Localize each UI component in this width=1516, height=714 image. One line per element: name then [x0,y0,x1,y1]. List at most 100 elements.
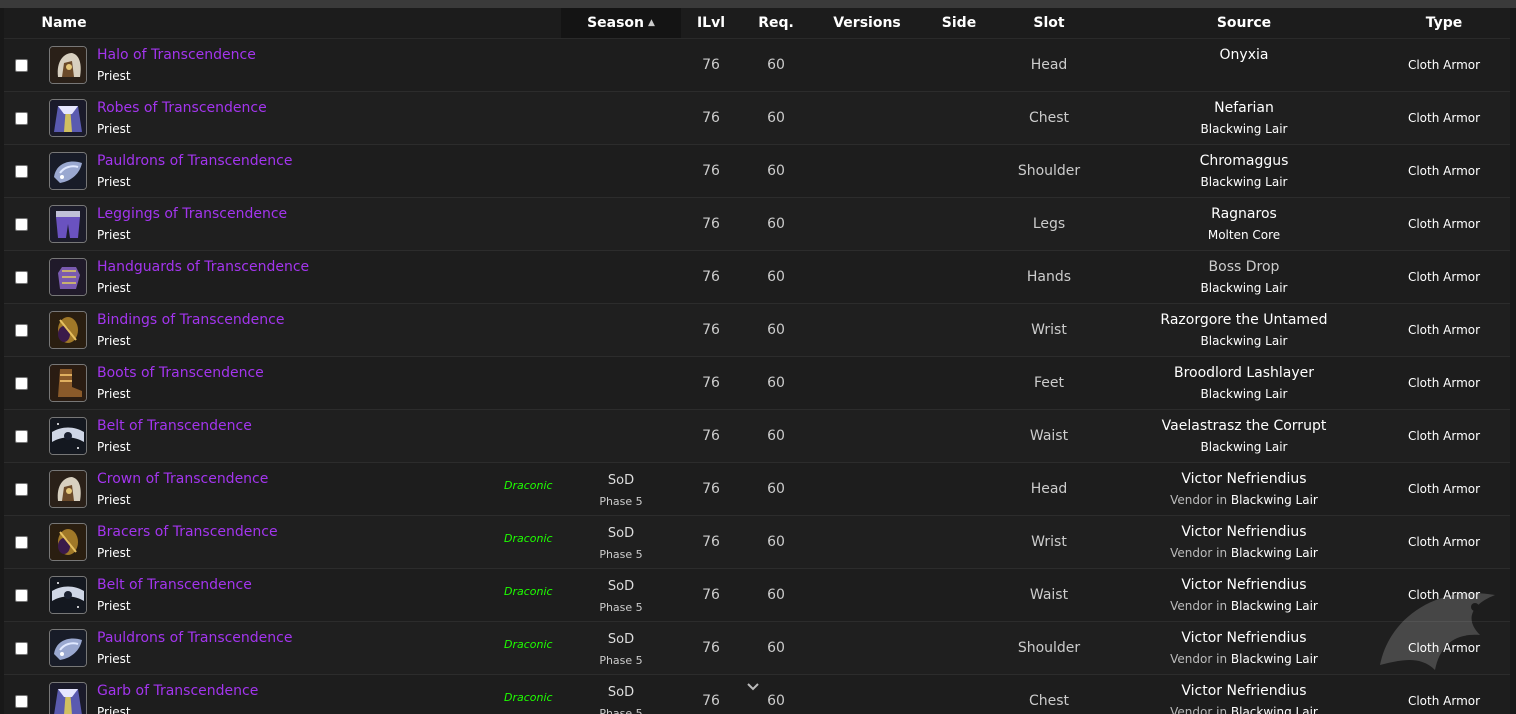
item-name-link[interactable]: Bracers of Transcendence [97,524,278,540]
table-row[interactable]: Pauldrons of Transcendence Priest Dracon… [4,622,1510,675]
col-season-header[interactable]: Season ▲ [561,8,681,38]
row-select-checkbox[interactable] [15,483,28,496]
belt-icon[interactable] [49,576,87,614]
item-source[interactable]: Victor Nefriendius [1144,683,1344,699]
col-req-header[interactable]: Req. [746,8,806,38]
col-versions-header[interactable]: Versions [812,8,922,38]
col-source-header[interactable]: Source [1144,8,1344,38]
item-source[interactable]: Chromaggus [1144,153,1344,169]
item-name-link[interactable]: Halo of Transcendence [97,47,256,63]
row-select-checkbox[interactable] [15,377,28,390]
table-row[interactable]: Bracers of Transcendence Priest Draconic… [4,516,1510,569]
source-zone-link[interactable]: Blackwing Lair [1231,599,1318,613]
shoulder-icon[interactable] [49,152,87,190]
item-source[interactable]: Nefarian [1144,100,1344,116]
item-class-label[interactable]: Priest [97,705,131,714]
source-zone-link[interactable]: Blackwing Lair [1231,546,1318,560]
bracer-icon[interactable] [49,311,87,349]
source-zone-link[interactable]: Blackwing Lair [1201,175,1288,189]
source-zone-link[interactable]: Blackwing Lair [1231,652,1318,666]
item-source[interactable]: Victor Nefriendius [1144,524,1344,540]
table-row[interactable]: Leggings of Transcendence Priest 76 60 L… [4,198,1510,251]
helm-icon[interactable] [49,470,87,508]
col-name-header[interactable]: Name [4,8,124,38]
item-name-link[interactable]: Belt of Transcendence [97,418,252,434]
col-ilvl-header[interactable]: ILvl [681,8,741,38]
item-source[interactable]: Vaelastrasz the Corrupt [1144,418,1344,434]
col-slot-header[interactable]: Slot [989,8,1109,38]
item-name-link[interactable]: Pauldrons of Transcendence [97,630,292,646]
item-name-link[interactable]: Boots of Transcendence [97,365,264,381]
item-source[interactable]: Broodlord Lashlayer [1144,365,1344,381]
item-class-label[interactable]: Priest [97,599,131,613]
source-zone-link[interactable]: Blackwing Lair [1201,281,1288,295]
item-class-label[interactable]: Priest [97,493,131,507]
row-select-checkbox[interactable] [15,324,28,337]
shoulder-icon[interactable] [49,629,87,667]
item-class-label[interactable]: Priest [97,69,131,83]
table-row[interactable]: Belt of Transcendence Priest 76 60 Waist… [4,410,1510,463]
item-class-label[interactable]: Priest [97,546,131,560]
row-select-checkbox[interactable] [15,589,28,602]
table-row[interactable]: Robes of Transcendence Priest 76 60 Ches… [4,92,1510,145]
item-name-link[interactable]: Belt of Transcendence [97,577,252,593]
item-class-label[interactable]: Priest [97,228,131,242]
item-class-label[interactable]: Priest [97,387,131,401]
item-class-label[interactable]: Priest [97,175,131,189]
item-name-link[interactable]: Robes of Transcendence [97,100,267,116]
item-name-link[interactable]: Crown of Transcendence [97,471,268,487]
row-select-checkbox[interactable] [15,695,28,708]
table-row[interactable]: Boots of Transcendence Priest 76 60 Feet… [4,357,1510,410]
source-zone-link[interactable]: Molten Core [1208,228,1280,242]
row-select-checkbox[interactable] [15,165,28,178]
item-name-link[interactable]: Handguards of Transcendence [97,259,309,275]
item-name-link[interactable]: Pauldrons of Transcendence [97,153,292,169]
row-select-checkbox[interactable] [15,271,28,284]
bracer-icon[interactable] [49,523,87,561]
table-row[interactable]: Halo of Transcendence Priest 76 60 Head … [4,39,1510,92]
col-type-header[interactable]: Type [1384,8,1504,38]
item-source[interactable]: Victor Nefriendius [1144,577,1344,593]
robe-icon[interactable] [49,682,87,714]
row-select-checkbox[interactable] [15,536,28,549]
pants-icon[interactable] [49,205,87,243]
source-zone-link[interactable]: Blackwing Lair [1201,440,1288,454]
row-select-checkbox[interactable] [15,218,28,231]
row-select-checkbox[interactable] [15,642,28,655]
table-row[interactable]: Handguards of Transcendence Priest 76 60… [4,251,1510,304]
source-zone-link[interactable]: Blackwing Lair [1201,387,1288,401]
source-zone-link[interactable]: Blackwing Lair [1201,334,1288,348]
table-row[interactable]: Bindings of Transcendence Priest 76 60 W… [4,304,1510,357]
table-row[interactable]: Pauldrons of Transcendence Priest 76 60 … [4,145,1510,198]
item-source[interactable]: Boss Drop [1144,259,1344,275]
item-name-link[interactable]: Leggings of Transcendence [97,206,287,222]
helm-icon[interactable] [49,46,87,84]
robe-icon[interactable] [49,99,87,137]
item-name-link[interactable]: Bindings of Transcendence [97,312,284,328]
col-side-header[interactable]: Side [924,8,994,38]
table-row[interactable]: Crown of Transcendence Priest Draconic S… [4,463,1510,516]
source-zone-link[interactable]: Blackwing Lair [1231,705,1318,714]
gloves-icon[interactable] [49,258,87,296]
item-source[interactable]: Victor Nefriendius [1144,630,1344,646]
item-tag: Draconic [504,479,553,492]
item-class-label[interactable]: Priest [97,440,131,454]
table-row[interactable]: Belt of Transcendence Priest Draconic So… [4,569,1510,622]
row-select-checkbox[interactable] [15,59,28,72]
item-source[interactable]: Victor Nefriendius [1144,471,1344,487]
boots-icon[interactable] [49,364,87,402]
item-class-label[interactable]: Priest [97,334,131,348]
item-class-label[interactable]: Priest [97,652,131,666]
chevron-down-icon[interactable] [746,680,760,694]
source-zone-link[interactable]: Blackwing Lair [1201,122,1288,136]
item-name-link[interactable]: Garb of Transcendence [97,683,258,699]
row-select-checkbox[interactable] [15,430,28,443]
source-zone-link[interactable]: Blackwing Lair [1231,493,1318,507]
item-class-label[interactable]: Priest [97,122,131,136]
item-source[interactable]: Razorgore the Untamed [1144,312,1344,328]
item-source[interactable]: Onyxia [1144,47,1344,63]
belt-icon[interactable] [49,417,87,455]
item-class-label[interactable]: Priest [97,281,131,295]
item-source[interactable]: Ragnaros [1144,206,1344,222]
row-select-checkbox[interactable] [15,112,28,125]
